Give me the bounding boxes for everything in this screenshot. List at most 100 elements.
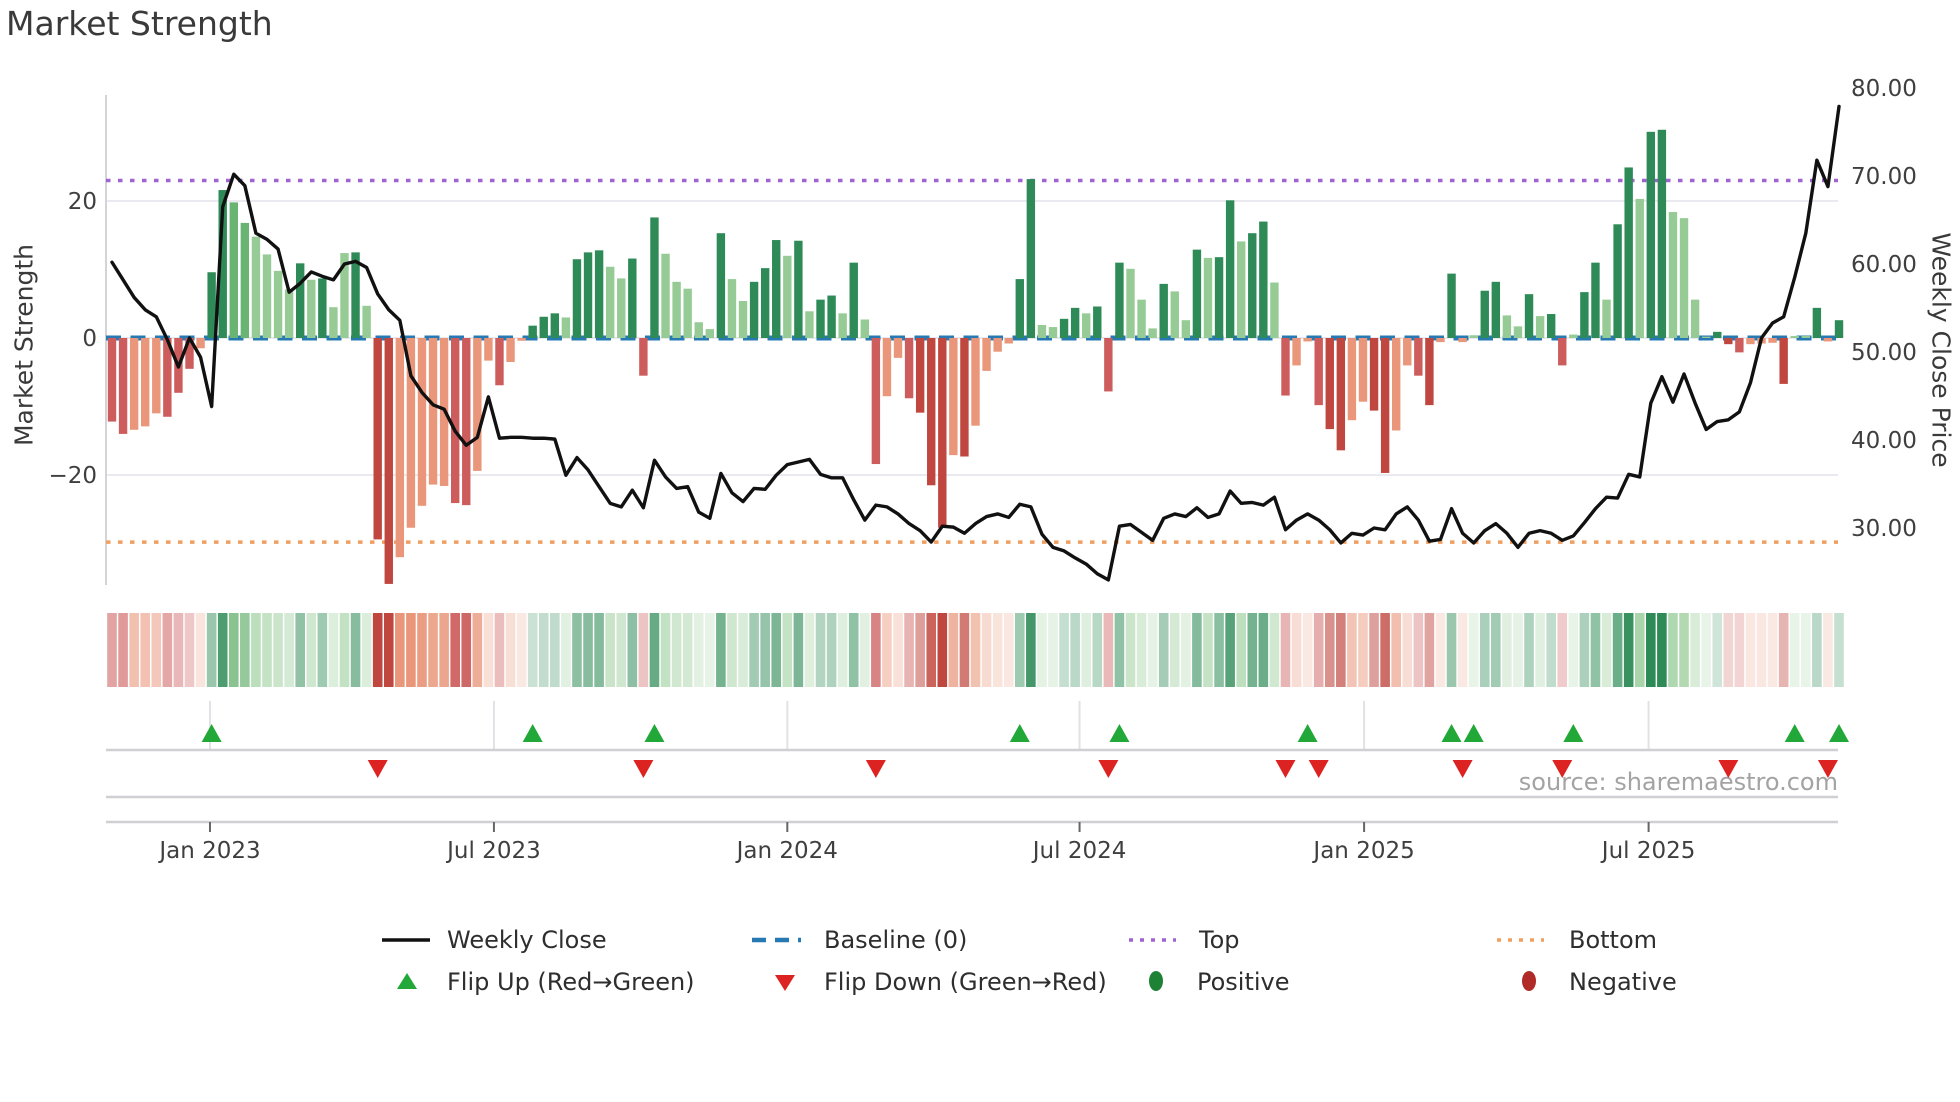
strength-bar <box>1746 338 1755 345</box>
heatmap-cell <box>1214 613 1224 687</box>
strength-bar <box>1391 338 1401 431</box>
legend-label: Flip Up (Red→Green) <box>447 968 695 996</box>
strength-bar <box>362 305 371 338</box>
heatmap-cell <box>1601 613 1612 687</box>
heatmap-cell <box>1114 613 1125 687</box>
heatmap-cell <box>516 613 527 687</box>
heatmap-cell <box>1336 613 1346 687</box>
strength-bar <box>1115 262 1124 338</box>
strength-bar <box>1502 315 1512 338</box>
strength-bar <box>1713 331 1722 338</box>
heatmap-cell <box>1557 613 1568 687</box>
heatmap-cell <box>860 613 870 687</box>
heatmap-cell <box>472 613 483 687</box>
heatmap-cell <box>1612 613 1623 687</box>
strength-bar <box>1790 335 1799 338</box>
heatmap-cell <box>1446 613 1457 687</box>
heatmap-cell <box>1834 613 1844 687</box>
strength-bar <box>738 301 748 338</box>
heatmap-cell <box>682 613 693 687</box>
heatmap-cell <box>494 613 505 687</box>
strength-bar <box>893 338 903 358</box>
strength-bar <box>1037 324 1047 338</box>
strength-bar <box>1137 299 1146 338</box>
strength-bar <box>329 307 338 338</box>
right-tick-label: 60.00 <box>1851 252 1917 278</box>
strength-bar <box>428 338 438 485</box>
strength-bar <box>1735 338 1744 353</box>
heatmap-cell <box>1579 613 1590 687</box>
heatmap-cell <box>450 613 460 687</box>
strength-bar <box>1724 338 1733 345</box>
strength-bar <box>805 311 814 338</box>
heatmap-cell <box>616 613 627 687</box>
strength-bar <box>118 338 128 434</box>
right-tick-label: 70.00 <box>1851 164 1917 190</box>
strength-bar <box>1558 338 1567 366</box>
left-tick-label: −20 <box>48 463 97 489</box>
strength-bar <box>572 259 582 338</box>
heatmap-cell <box>904 613 914 687</box>
x-tick-label: Jul 2024 <box>1031 838 1127 864</box>
heatmap-cell <box>206 613 217 687</box>
heatmap-cell <box>1413 613 1424 687</box>
strength-bar <box>1248 233 1257 338</box>
strength-bar <box>1270 282 1279 338</box>
flip-down-marker-icon <box>367 760 388 778</box>
strength-bar <box>639 338 648 376</box>
heatmap-cell <box>295 613 306 687</box>
heatmap-cell <box>395 613 405 687</box>
legend-flip-up-icon <box>397 973 417 989</box>
heatmap-cell <box>1203 613 1213 687</box>
heatmap-cell <box>505 613 516 687</box>
strength-bar <box>1358 338 1368 402</box>
heatmap-cell <box>173 613 184 687</box>
strength-bar <box>196 338 205 349</box>
heatmap-cell <box>1369 613 1379 687</box>
heatmap-cell <box>1812 613 1822 687</box>
heatmap-cell <box>1380 613 1390 687</box>
heatmap-cell <box>848 613 859 687</box>
right-tick-label: 50.00 <box>1851 340 1917 366</box>
strength-bar <box>1015 279 1024 338</box>
heatmap-cell <box>118 613 128 687</box>
strength-bar <box>561 317 571 338</box>
heatmap-cell <box>1701 613 1711 687</box>
strength-bar <box>450 338 460 504</box>
heatmap-cell <box>372 613 383 687</box>
strength-bar <box>107 338 117 422</box>
strength-bar <box>628 258 637 338</box>
strength-bar <box>1026 179 1036 338</box>
heatmap-cell <box>926 613 937 687</box>
heatmap-cell <box>1236 613 1247 687</box>
strength-bar <box>484 338 493 361</box>
heatmap-cell <box>483 613 494 687</box>
heatmap-cell <box>317 613 328 687</box>
strength-bar <box>915 338 925 413</box>
strength-bar <box>1701 336 1711 338</box>
heatmap-cell <box>1789 613 1800 687</box>
heatmap-cell <box>1513 613 1523 687</box>
strength-bar <box>794 240 803 338</box>
strength-bar <box>960 338 969 457</box>
heatmap-cell <box>1468 613 1479 687</box>
x-tick-label: Jan 2024 <box>735 838 838 864</box>
flip-down-marker-icon <box>865 760 886 778</box>
heatmap-cell <box>350 613 361 687</box>
strength-bar <box>539 316 548 338</box>
heatmap-cell <box>638 613 649 687</box>
strength-bar <box>860 319 870 338</box>
heatmap-cell <box>140 613 151 687</box>
heatmap-cell <box>893 613 903 687</box>
heatmap-cell <box>1646 613 1656 687</box>
heatmap-cell <box>1402 613 1413 687</box>
strength-bar <box>240 222 250 338</box>
x-tick-label: Jan 2025 <box>1311 838 1414 864</box>
strength-bar <box>495 338 504 386</box>
strength-bar <box>251 236 261 338</box>
strength-bar <box>1203 257 1213 338</box>
strength-bar <box>1591 262 1600 338</box>
strength-bar <box>617 278 626 338</box>
heatmap-cell <box>1546 613 1556 687</box>
heatmap-cell <box>915 613 925 687</box>
